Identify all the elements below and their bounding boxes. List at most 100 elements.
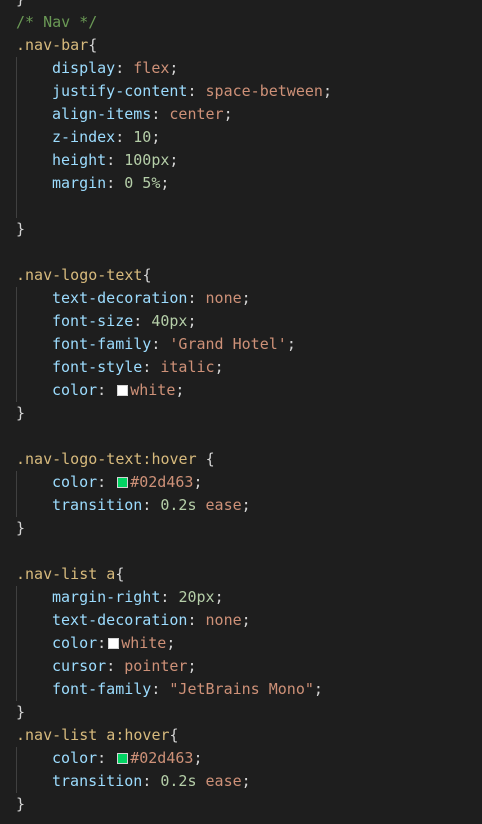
code-token-prop: font-size: [52, 312, 134, 330]
code-token-punct: ;: [193, 749, 203, 767]
color-swatch[interactable]: [117, 753, 129, 764]
code-line[interactable]: /* Nav */: [16, 11, 97, 34]
code-line[interactable]: }: [16, 218, 25, 241]
code-token-punct: ;: [160, 174, 170, 192]
code-line[interactable]: text-decoration: none;: [16, 287, 251, 310]
code-line[interactable]: color: white;: [16, 632, 175, 655]
code-token-number: 20px: [178, 588, 215, 606]
code-token-prop: transition: [52, 496, 143, 514]
code-line[interactable]: transition: 0.2s ease;: [16, 770, 251, 793]
code-line[interactable]: z-index: 10;: [16, 126, 160, 149]
code-token-value: 'Grand Hotel': [169, 335, 287, 353]
code-line[interactable]: justify-content: space-between;: [16, 80, 332, 103]
code-token-number: 10: [133, 128, 152, 146]
code-token-punct: :: [142, 358, 161, 376]
code-token-value: white: [130, 381, 176, 399]
code-token-punct: {: [196, 450, 215, 468]
code-token-value: pointer: [124, 657, 188, 675]
code-token-selector: .nav-logo-text: [16, 266, 143, 284]
color-swatch[interactable]: [117, 477, 129, 488]
code-line[interactable]: .nav-list a{: [16, 563, 124, 586]
code-line[interactable]: align-items: center;: [16, 103, 233, 126]
code-line[interactable]: font-family: 'Grand Hotel';: [16, 333, 296, 356]
code-line[interactable]: cursor: pointer;: [16, 655, 197, 678]
code-token-punct: {: [88, 36, 98, 54]
code-token-punct: {: [142, 266, 152, 284]
code-token-punct: :: [187, 289, 206, 307]
code-token-value: none: [205, 611, 242, 629]
code-line[interactable]: }: [16, 517, 25, 540]
code-token-punct: ;: [214, 358, 224, 376]
code-token-value: none: [205, 289, 242, 307]
code-token-punct: ;: [322, 82, 332, 100]
code-token-punct: :: [187, 82, 206, 100]
code-token-prop: display: [52, 59, 116, 77]
code-token-punct: [197, 496, 206, 514]
code-token-value: center: [169, 105, 224, 123]
code-token-punct: }: [16, 220, 26, 238]
code-token-value: white: [121, 634, 167, 652]
code-token-punct: ;: [241, 611, 251, 629]
code-token-prop: text-decoration: [52, 289, 188, 307]
code-line[interactable]: .nav-bar{: [16, 34, 97, 57]
code-line[interactable]: text-decoration: none;: [16, 609, 251, 632]
code-line[interactable]: }: [16, 402, 25, 425]
code-token-punct: :: [142, 496, 161, 514]
code-token-prop: margin-right: [52, 588, 161, 606]
code-line[interactable]: color: white;: [16, 379, 184, 402]
code-token-punct: :: [97, 749, 116, 767]
code-token-punct: :: [151, 335, 170, 353]
code-token-punct: }: [16, 0, 25, 8]
code-token-prop: text-decoration: [52, 611, 188, 629]
code-token-number: 0 5%: [124, 174, 161, 192]
code-token-comment: /* Nav */: [16, 13, 98, 31]
code-line[interactable]: margin-right: 20px;: [16, 586, 224, 609]
code-token-value: ease: [205, 496, 242, 514]
code-line[interactable]: .nav-logo-text:hover {: [16, 448, 215, 471]
code-line[interactable]: color: #02d463;: [16, 471, 202, 494]
code-token-punct: ;: [214, 588, 224, 606]
code-token-prop: color: [52, 381, 98, 399]
code-line[interactable]: font-size: 40px;: [16, 310, 197, 333]
code-token-prop: font-family: [52, 680, 152, 698]
code-token-prop: justify-content: [52, 82, 188, 100]
color-swatch[interactable]: [117, 385, 129, 396]
code-token-punct: :: [106, 151, 125, 169]
code-line[interactable]: font-family: "JetBrains Mono";: [16, 678, 323, 701]
code-token-punct: ;: [286, 335, 296, 353]
code-line[interactable]: margin: 0 5%;: [16, 172, 169, 195]
code-token-punct: ;: [187, 312, 197, 330]
code-token-punct: ;: [313, 680, 323, 698]
code-token-punct: :: [133, 312, 152, 330]
code-token-prop: color: [52, 749, 98, 767]
code-token-punct: ;: [193, 473, 203, 491]
color-swatch[interactable]: [108, 638, 120, 649]
code-token-punct: }: [16, 703, 26, 721]
code-line[interactable]: .nav-list a:hover{: [16, 724, 179, 747]
code-line[interactable]: .nav-logo-text{: [16, 264, 151, 287]
code-token-punct: ;: [187, 657, 197, 675]
code-line[interactable]: }: [16, 793, 25, 816]
code-editor[interactable]: }/* Nav */.nav-bar{display: flex;justify…: [0, 0, 482, 824]
code-line[interactable]: color: #02d463;: [16, 747, 202, 770]
code-line[interactable]: font-style: italic;: [16, 356, 224, 379]
code-line[interactable]: height: 100px;: [16, 149, 178, 172]
code-token-prop: color: [52, 473, 98, 491]
code-line[interactable]: transition: 0.2s ease;: [16, 494, 251, 517]
code-token-punct: :: [142, 772, 161, 790]
code-line[interactable]: display: flex;: [16, 57, 178, 80]
code-token-number: 40px: [151, 312, 188, 330]
code-line[interactable]: }: [16, 701, 25, 724]
code-token-punct: ;: [241, 289, 251, 307]
code-token-punct: ;: [169, 151, 179, 169]
code-token-punct: ;: [169, 59, 179, 77]
code-token-value: "JetBrains Mono": [169, 680, 314, 698]
code-token-value: #02d463: [130, 473, 194, 491]
code-token-punct: :: [187, 611, 206, 629]
code-token-prop: font-style: [52, 358, 143, 376]
code-token-punct: :: [97, 634, 107, 652]
code-token-selector: .nav-list a: [16, 565, 116, 583]
code-line[interactable]: }: [16, 0, 25, 11]
code-token-prop: cursor: [52, 657, 107, 675]
code-token-value: flex: [133, 59, 170, 77]
